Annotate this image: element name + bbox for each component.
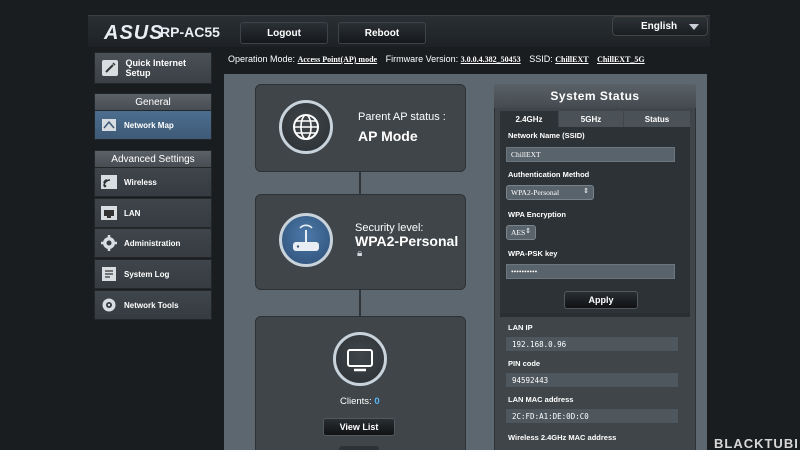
system-log-icon <box>100 265 118 283</box>
sidebar-item-network-tools[interactable]: Network Tools <box>94 290 212 320</box>
tab-5ghz[interactable]: 5GHz <box>559 111 623 127</box>
clients-count: Clients: 0 <box>340 396 380 407</box>
firmware-label: Firmware Version: <box>385 54 459 64</box>
ssid-5g-link[interactable]: ChillEXT_5G <box>597 55 645 64</box>
ssid-label: SSID: <box>529 54 553 64</box>
apply-button[interactable]: Apply <box>564 291 638 309</box>
admin-gear-icon <box>100 234 118 252</box>
monitor-icon <box>333 332 387 386</box>
sidebar-item-lan[interactable]: LAN <box>94 198 212 228</box>
wireless-mac-label: Wireless 2.4GHz MAC address <box>508 433 617 442</box>
quick-internet-setup-label: Quick Internet Setup <box>125 58 186 78</box>
connector-line <box>359 290 361 316</box>
operation-mode-bar: Operation Mode: Access Point(AP) mode Fi… <box>228 54 645 64</box>
parent-ap-status-value: AP Mode <box>358 128 418 144</box>
lock-icon: 🔒︎ <box>357 248 363 259</box>
general-header: General <box>94 93 212 111</box>
sidebar-item-label: Administration <box>124 238 181 248</box>
router-icon <box>279 213 333 267</box>
sidebar-item-system-log[interactable]: System Log <box>94 259 212 289</box>
wpa-psk-input[interactable]: •••••••••• <box>506 264 675 279</box>
select-arrows-icon: ⇕ <box>525 227 531 235</box>
asus-logo: ASUS <box>104 22 164 44</box>
logout-button[interactable]: Logout <box>240 22 328 44</box>
firmware-link[interactable]: 3.0.0.4.382_50453 <box>461 55 521 64</box>
tab-status[interactable]: Status <box>624 111 690 127</box>
sidebar-item-administration[interactable]: Administration <box>94 228 212 258</box>
wpa-encryption-label: WPA Encryption <box>508 210 566 219</box>
ssid-24-link[interactable]: ChillEXT <box>555 55 588 64</box>
model-name: RP-AC55 <box>160 24 220 40</box>
lan-ip-value: 192.168.0.96 <box>506 337 678 351</box>
wpa-encryption-value: AES <box>511 228 526 237</box>
chevron-down-icon <box>689 24 699 30</box>
sidebar-item-label: System Log <box>124 269 170 279</box>
pin-code-value: 94592443 <box>506 373 678 387</box>
ssid-input[interactable]: ChillEXT <box>506 147 675 162</box>
select-arrows-icon: ⇕ <box>583 187 589 195</box>
network-tools-icon <box>100 296 118 314</box>
sidebar-item-label: Network Map <box>124 120 174 130</box>
section-divider <box>500 313 690 317</box>
reboot-button[interactable]: Reboot <box>338 22 426 44</box>
lan-icon <box>100 204 118 222</box>
wpa-encryption-select[interactable]: AES ⇕ <box>506 225 536 240</box>
pin-code-label: PIN code <box>508 359 541 368</box>
sidebar-item-wireless[interactable]: Wireless <box>94 167 212 197</box>
view-list-button[interactable]: View List <box>323 418 395 436</box>
globe-icon <box>279 100 333 154</box>
operation-mode-link[interactable]: Access Point(AP) mode <box>298 55 378 64</box>
auth-method-select[interactable]: WPA2-Personal ⇕ <box>506 185 594 200</box>
tab-24ghz[interactable]: 2.4GHz <box>500 111 558 127</box>
lan-ip-label: LAN IP <box>508 323 533 332</box>
auth-method-value: WPA2-Personal <box>511 188 560 197</box>
wifi-icon <box>100 173 118 191</box>
sidebar-item-network-map[interactable]: Network Map <box>94 110 212 140</box>
clients-label: Clients: <box>340 396 372 407</box>
security-level-value: WPA2-Personal <box>355 233 459 249</box>
network-map-icon <box>100 116 118 134</box>
language-value: English <box>641 20 678 32</box>
pager-bar <box>339 446 379 450</box>
sidebar-item-label: Wireless <box>124 177 157 187</box>
advanced-settings-header: Advanced Settings <box>94 150 212 168</box>
parent-ap-status-label: Parent AP status : <box>358 111 446 123</box>
lan-mac-value: 2C:FD:A1:DE:0D:C0 <box>506 409 678 423</box>
sidebar-item-label: LAN <box>124 208 141 218</box>
lan-mac-label: LAN MAC address <box>508 395 574 404</box>
ssid-label: Network Name (SSID) <box>508 131 585 140</box>
watermark: BLACKTUBI <box>714 436 799 450</box>
language-select[interactable]: English <box>612 16 708 36</box>
sidebar-item-label: Network Tools <box>124 300 179 310</box>
quick-internet-setup-button[interactable]: Quick Internet Setup <box>94 52 212 84</box>
wpa-psk-label: WPA-PSK key <box>508 249 558 258</box>
system-status-title: System Status <box>494 84 696 108</box>
auth-method-label: Authentication Method <box>508 170 590 179</box>
connector-line <box>359 172 361 194</box>
wand-icon <box>100 58 119 78</box>
operation-mode-label: Operation Mode: <box>228 54 296 64</box>
clients-value: 0 <box>374 396 380 407</box>
